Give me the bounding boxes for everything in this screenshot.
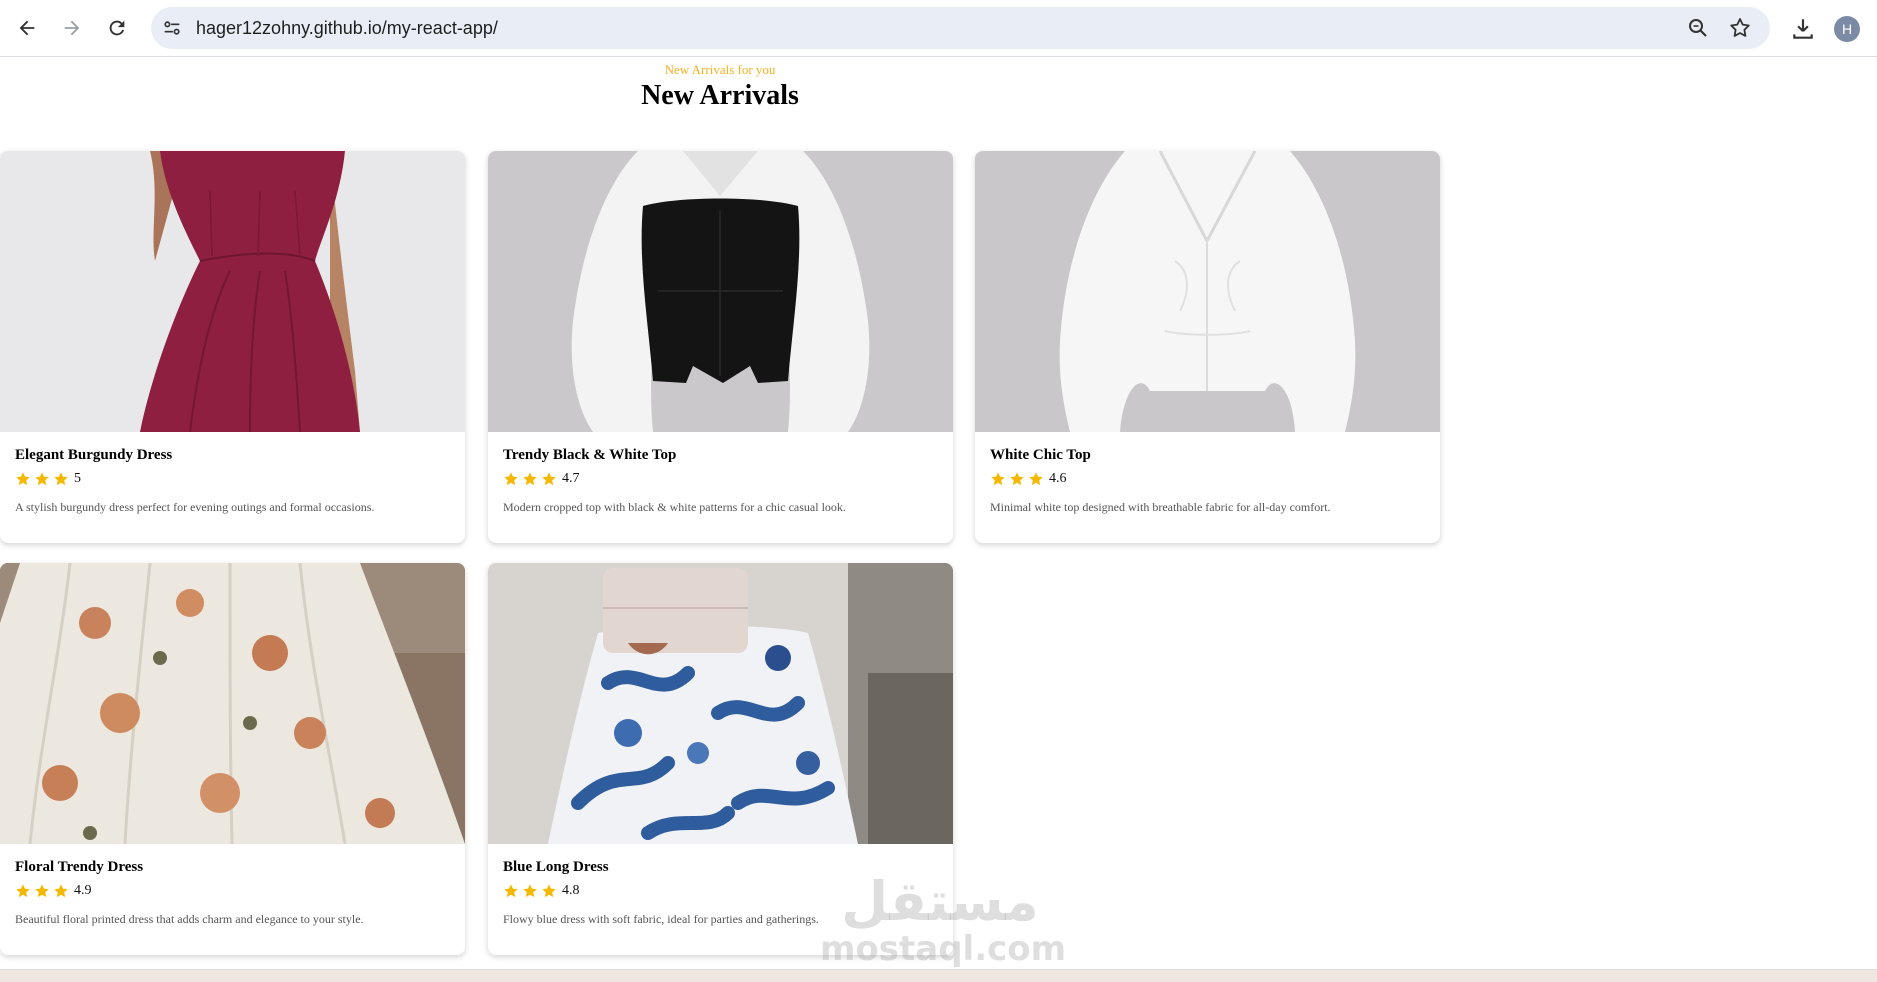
address-bar[interactable]: hager12zohny.github.io/my-react-app/ xyxy=(151,7,1770,49)
reload-button[interactable] xyxy=(99,10,135,46)
product-rating: 4.9 xyxy=(15,883,92,899)
product-name[interactable]: Elegant Burgundy Dress xyxy=(15,447,172,464)
product-name[interactable]: Trendy Black & White Top xyxy=(503,447,676,464)
product-card[interactable]: White Chic Top 4.6 Minimal white top des… xyxy=(975,151,1440,543)
product-name[interactable]: White Chic Top xyxy=(990,447,1091,464)
product-description: Flowy blue dress with soft fabric, ideal… xyxy=(503,912,819,926)
watermark-latin: mostaql.com xyxy=(820,929,1067,969)
reload-icon xyxy=(109,20,125,36)
star-icon xyxy=(1029,472,1043,486)
profile-avatar[interactable]: H xyxy=(1834,16,1860,42)
star-icon xyxy=(523,884,537,898)
product-name[interactable]: Floral Trendy Dress xyxy=(15,859,143,876)
os-taskbar xyxy=(0,969,1877,982)
section-eyebrow: New Arrivals for you xyxy=(664,62,776,77)
star-icon xyxy=(542,884,556,898)
product-rating: 5 xyxy=(15,471,81,487)
star-icon xyxy=(542,472,556,486)
product-name[interactable]: Blue Long Dress xyxy=(503,859,609,876)
arrow-right-icon xyxy=(64,20,80,36)
rating-value: 4.6 xyxy=(1049,471,1067,486)
product-rating: 4.6 xyxy=(990,471,1067,487)
star-icon xyxy=(35,472,49,486)
download-icon[interactable] xyxy=(1790,16,1816,42)
section-title: New Arrivals xyxy=(641,80,799,111)
star-icon xyxy=(35,884,49,898)
star-icon xyxy=(54,884,68,898)
star-icon xyxy=(504,472,518,486)
product-image xyxy=(488,563,953,844)
star-icon xyxy=(523,472,537,486)
product-image xyxy=(0,563,465,844)
watermark-arabic: مستقل xyxy=(841,870,1039,933)
product-description: Minimal white top designed with breathab… xyxy=(990,500,1331,514)
star-icon xyxy=(991,472,1005,486)
product-image xyxy=(0,151,465,432)
arrow-left-icon xyxy=(19,20,35,36)
star-icon xyxy=(16,884,30,898)
url-text[interactable]: hager12zohny.github.io/my-react-app/ xyxy=(196,7,498,49)
star-icon xyxy=(1010,472,1024,486)
product-description: Modern cropped top with black & white pa… xyxy=(503,500,846,514)
site-settings-icon[interactable] xyxy=(161,17,183,39)
rating-value: 5 xyxy=(74,471,81,486)
forward-button[interactable] xyxy=(54,10,90,46)
bookmark-star-icon[interactable] xyxy=(1728,16,1752,40)
browser-toolbar: hager12zohny.github.io/my-react-app/ H xyxy=(0,0,1877,57)
star-icon xyxy=(504,884,518,898)
product-rating: 4.7 xyxy=(503,471,580,487)
zoom-icon[interactable] xyxy=(1686,16,1710,40)
product-card[interactable]: Trendy Black & White Top 4.7 Modern crop… xyxy=(488,151,953,543)
product-card[interactable]: Floral Trendy Dress 4.9 Beautiful floral… xyxy=(0,563,465,955)
rating-value: 4.7 xyxy=(562,471,580,486)
watermark: مستقل mostaql.com xyxy=(820,870,1067,969)
star-icon xyxy=(54,472,68,486)
product-description: Beautiful floral printed dress that adds… xyxy=(15,912,364,926)
product-image xyxy=(975,151,1440,432)
rating-value: 4.8 xyxy=(562,883,580,898)
product-card[interactable]: Elegant Burgundy Dress 5 A stylish burgu… xyxy=(0,151,465,543)
product-description: A stylish burgundy dress perfect for eve… xyxy=(15,500,375,514)
back-button[interactable] xyxy=(9,10,45,46)
star-icon xyxy=(16,472,30,486)
product-rating: 4.8 xyxy=(503,883,580,899)
product-image xyxy=(488,151,953,432)
rating-value: 4.9 xyxy=(74,883,92,898)
